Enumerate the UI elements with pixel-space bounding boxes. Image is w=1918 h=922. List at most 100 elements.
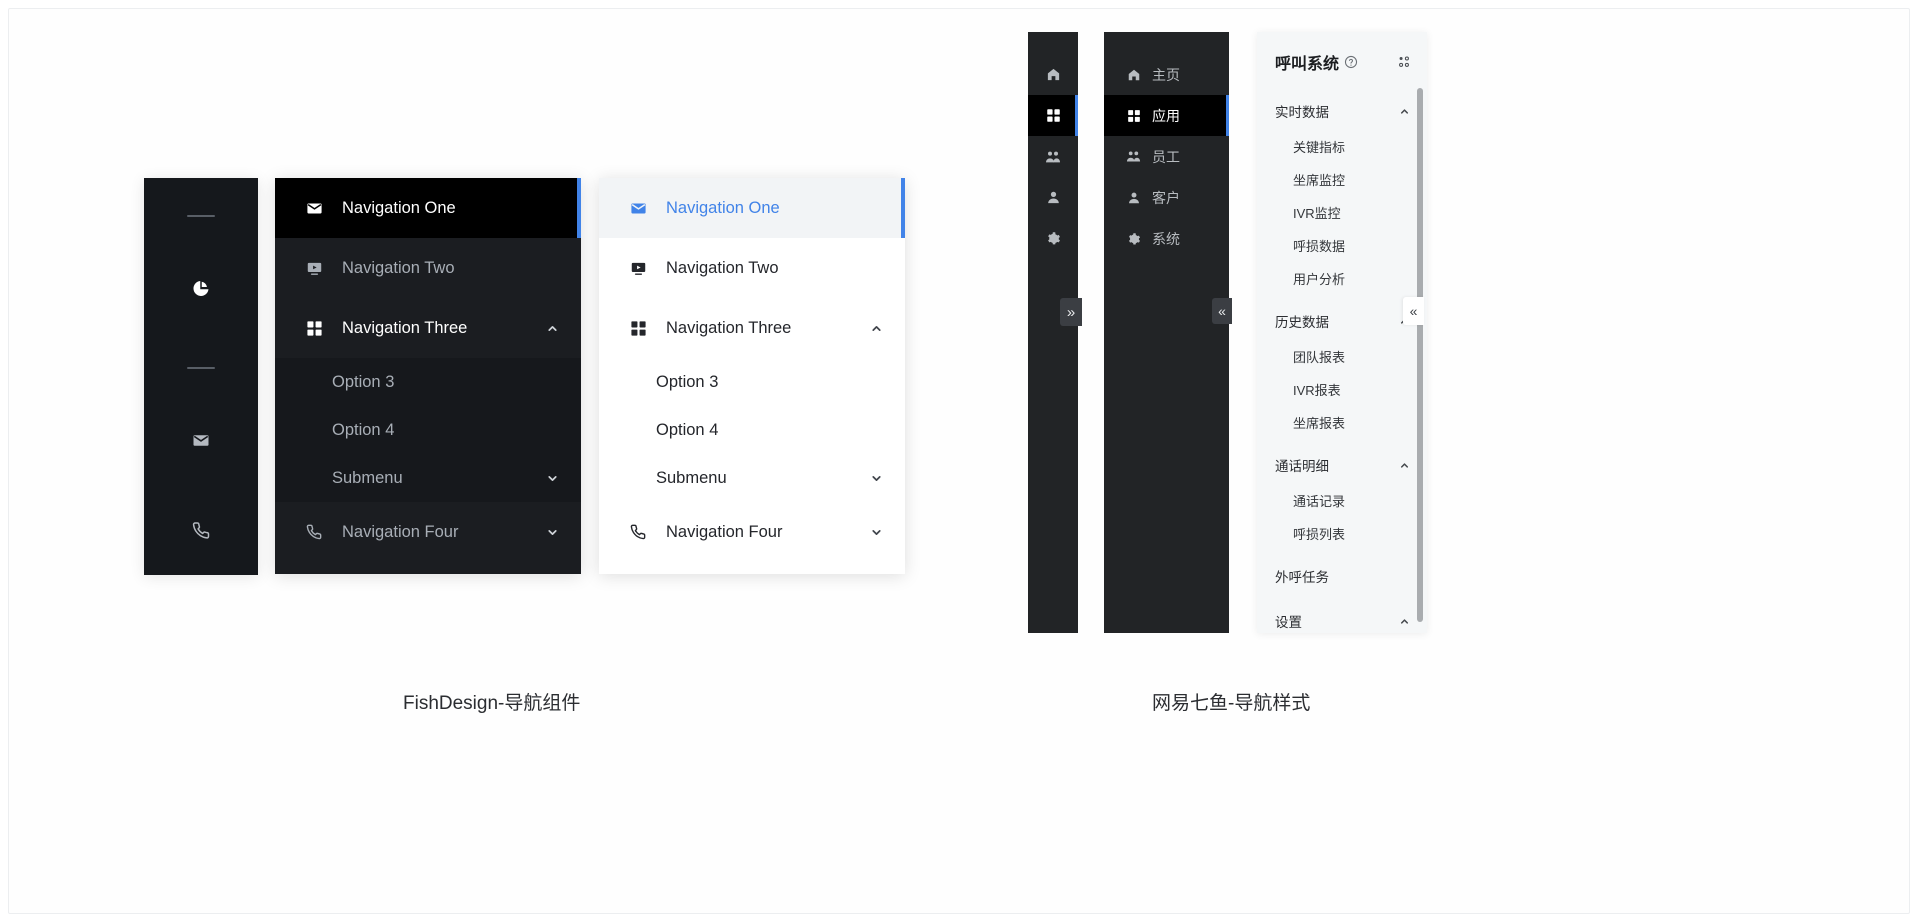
submenu-item-submenu[interactable]: Submenu bbox=[599, 454, 905, 502]
submenu-item-label: Submenu bbox=[332, 469, 545, 488]
submenu-item-option-3[interactable]: Option 3 bbox=[599, 358, 905, 406]
menu-item-label: Navigation One bbox=[666, 199, 883, 218]
submenu-item-option-3[interactable]: Option 3 bbox=[275, 358, 581, 406]
menu-item-label: Navigation One bbox=[342, 199, 559, 218]
menu-item-navigation-two[interactable]: Navigation Two bbox=[599, 238, 905, 298]
submenu-item-label: Option 3 bbox=[332, 373, 559, 392]
qiyu-white-panel-collapse-toggle[interactable]: « bbox=[1403, 297, 1424, 325]
group-label: 通话明细 bbox=[1275, 455, 1397, 475]
qiyu-menu-item-staff[interactable]: 员工 bbox=[1104, 136, 1229, 177]
qiyu-group-history-data[interactable]: 历史数据 bbox=[1257, 302, 1427, 340]
child-label: 用户分析 bbox=[1293, 269, 1345, 288]
grid-icon bbox=[629, 319, 647, 337]
qiyu-menu-item-label: 客户 bbox=[1152, 188, 1180, 208]
submenu-item-label: Option 3 bbox=[656, 373, 883, 392]
mail-icon bbox=[192, 431, 210, 449]
qiyu-rail-item-apps[interactable] bbox=[1028, 95, 1078, 136]
submenu-group: Option 3 Option 4 Submenu bbox=[599, 358, 905, 502]
menu-item-navigation-four[interactable]: Navigation Four bbox=[275, 502, 581, 562]
qiyu-dark-menu-collapse-toggle[interactable]: « bbox=[1212, 298, 1232, 324]
dots-grip-icon[interactable] bbox=[1397, 55, 1411, 69]
chevron-up-icon[interactable] bbox=[1397, 458, 1411, 472]
group-label: 历史数据 bbox=[1275, 311, 1397, 331]
qiyu-group-outbound-tasks[interactable]: 外呼任务 bbox=[1257, 557, 1427, 595]
child-label: IVR监控 bbox=[1293, 203, 1341, 222]
menu-item-navigation-one[interactable]: Navigation One bbox=[275, 178, 581, 238]
qiyu-child-item[interactable]: 呼损列表 bbox=[1257, 517, 1427, 550]
phone-icon bbox=[192, 521, 210, 539]
qiyu-rail-item-system[interactable] bbox=[1028, 218, 1078, 259]
screenshot-canvas: Navigation One Navigation Two bbox=[0, 0, 1918, 922]
menu-item-navigation-three[interactable]: Navigation Three bbox=[599, 298, 905, 358]
caption-qiyu: 网易七鱼-导航样式 bbox=[1152, 688, 1310, 715]
qiyu-group-settings[interactable]: 设置 bbox=[1257, 602, 1427, 633]
menu-item-navigation-three[interactable]: Navigation Three bbox=[275, 298, 581, 358]
panel-title: 呼叫系统 bbox=[1275, 50, 1339, 74]
chevron-double-left-icon: « bbox=[1218, 304, 1226, 318]
help-circle-icon[interactable] bbox=[1344, 55, 1358, 69]
panel-scrollbar[interactable] bbox=[1417, 88, 1423, 622]
chevron-up-icon[interactable] bbox=[1397, 614, 1411, 628]
menu-item-navigation-one[interactable]: Navigation One bbox=[599, 178, 905, 238]
qiyu-white-panel: 呼叫系统 实时数据 bbox=[1257, 32, 1427, 633]
qiyu-child-item[interactable]: 呼损数据 bbox=[1257, 229, 1427, 262]
group-spacer bbox=[1257, 295, 1427, 302]
chevron-up-icon[interactable] bbox=[545, 321, 559, 335]
group-label: 设置 bbox=[1275, 611, 1397, 631]
grid-icon bbox=[1126, 108, 1141, 123]
chevron-down-icon[interactable] bbox=[869, 525, 883, 539]
rail-item-phone[interactable] bbox=[144, 506, 258, 554]
submenu-item-option-4[interactable]: Option 4 bbox=[275, 406, 581, 454]
qiyu-child-item[interactable]: 通话记录 bbox=[1257, 484, 1427, 517]
qiyu-collapsed-rail bbox=[1028, 32, 1078, 633]
rail-item-mail[interactable] bbox=[144, 416, 258, 464]
qiyu-child-item[interactable]: 关键指标 bbox=[1257, 130, 1427, 163]
qiyu-rail-item-home[interactable] bbox=[1028, 54, 1078, 95]
qiyu-menu-item-home[interactable]: 主页 bbox=[1104, 54, 1229, 95]
grid-icon bbox=[1044, 107, 1062, 125]
submenu-item-submenu[interactable]: Submenu bbox=[275, 454, 581, 502]
qiyu-group-realtime-data[interactable]: 实时数据 bbox=[1257, 92, 1427, 130]
submenu-item-label: Option 4 bbox=[656, 421, 883, 440]
qiyu-child-item[interactable]: IVR监控 bbox=[1257, 196, 1427, 229]
submenu-item-option-4[interactable]: Option 4 bbox=[599, 406, 905, 454]
qiyu-menu-item-apps[interactable]: 应用 bbox=[1104, 95, 1229, 136]
qiyu-child-item[interactable]: IVR报表 bbox=[1257, 373, 1427, 406]
fishdesign-collapsed-rail bbox=[144, 178, 258, 575]
qiyu-child-item[interactable]: 坐席报表 bbox=[1257, 406, 1427, 439]
menu-item-navigation-two[interactable]: Navigation Two bbox=[275, 238, 581, 298]
chevron-down-icon[interactable] bbox=[545, 525, 559, 539]
chevron-down-icon[interactable] bbox=[545, 471, 559, 485]
menu-item-label: Navigation Two bbox=[342, 259, 559, 278]
menu-item-label: Navigation Two bbox=[666, 259, 883, 278]
chevron-down-icon[interactable] bbox=[869, 471, 883, 485]
user-icon bbox=[1044, 189, 1062, 207]
group-label: 外呼任务 bbox=[1275, 566, 1411, 586]
chevron-double-left-icon: « bbox=[1410, 304, 1418, 318]
qiyu-menu-item-system[interactable]: 系统 bbox=[1104, 218, 1229, 259]
home-icon bbox=[1126, 67, 1141, 82]
qiyu-rail-expand-toggle[interactable]: » bbox=[1060, 298, 1082, 326]
menu-item-navigation-four[interactable]: Navigation Four bbox=[599, 502, 905, 562]
qiyu-child-item[interactable]: 用户分析 bbox=[1257, 262, 1427, 295]
qiyu-rail-item-staff[interactable] bbox=[1028, 136, 1078, 177]
group-label: 实时数据 bbox=[1275, 101, 1397, 121]
chevron-up-icon[interactable] bbox=[869, 321, 883, 335]
rail-divider-mid bbox=[144, 344, 258, 392]
qiyu-group-call-details[interactable]: 通话明细 bbox=[1257, 446, 1427, 484]
qiyu-menu-item-customers[interactable]: 客户 bbox=[1104, 177, 1229, 218]
qiyu-child-item[interactable]: 团队报表 bbox=[1257, 340, 1427, 373]
submenu-item-label: Option 4 bbox=[332, 421, 559, 440]
chevron-up-icon[interactable] bbox=[1397, 104, 1411, 118]
child-label: 关键指标 bbox=[1293, 137, 1345, 156]
menu-item-label: Navigation Three bbox=[342, 319, 545, 338]
qiyu-child-item[interactable]: 坐席监控 bbox=[1257, 163, 1427, 196]
qiyu-panel-header: 呼叫系统 bbox=[1257, 32, 1427, 92]
qiyu-rail-item-customers[interactable] bbox=[1028, 177, 1078, 218]
grid-icon bbox=[305, 319, 323, 337]
submenu-group: Option 3 Option 4 Submenu bbox=[275, 358, 581, 502]
mail-icon bbox=[629, 199, 647, 217]
child-label: 坐席报表 bbox=[1293, 413, 1345, 432]
qiyu-menu-item-label: 系统 bbox=[1152, 229, 1180, 249]
rail-item-pie-chart[interactable] bbox=[144, 264, 258, 312]
